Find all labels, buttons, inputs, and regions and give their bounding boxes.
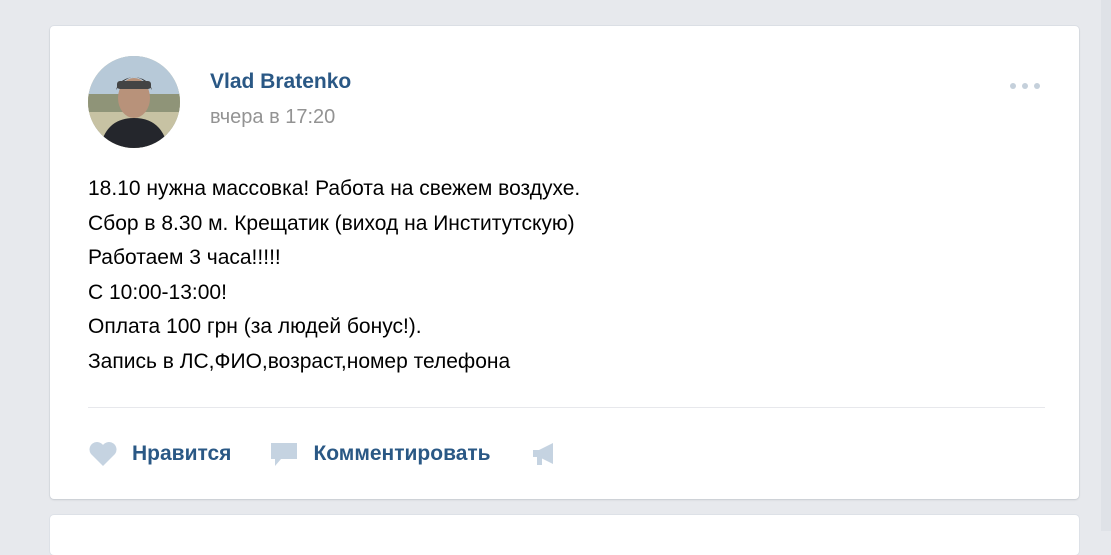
- share-button[interactable]: [529, 440, 573, 468]
- post-text-line: Работаем 3 часа!!!!!: [88, 246, 281, 269]
- comment-button[interactable]: Комментировать: [269, 440, 491, 468]
- post-text-line: Оплата 100 грн (за людей бонус!).: [88, 315, 422, 338]
- post-actions: Нравится Комментировать: [88, 436, 611, 472]
- wall-post: Vlad Bratenko вчера в 17:20 18.10 нужна …: [50, 26, 1079, 499]
- more-dots-icon[interactable]: [1005, 76, 1045, 96]
- next-post: [50, 515, 1079, 555]
- author-name-link[interactable]: Vlad Bratenko: [210, 70, 351, 94]
- more-dot: [1034, 83, 1040, 89]
- post-text-line: Сбор в 8.30 м. Крещатик (виход на Инстит…: [88, 211, 575, 235]
- like-label: Нравится: [132, 442, 232, 465]
- divider: [88, 407, 1045, 408]
- post-text-line: 18.10 нужна массовка! Работа на свежем в…: [88, 177, 581, 200]
- comment-label: Комментировать: [313, 442, 491, 465]
- more-dot: [1010, 83, 1016, 89]
- comment-icon: [269, 440, 299, 468]
- post-text-line: Запись в ЛС,ФИО,возраст,номер телефона: [88, 349, 511, 373]
- more-dot: [1022, 83, 1028, 89]
- post-text-line: С 10:00-13:00!: [88, 280, 227, 304]
- megaphone-icon: [529, 440, 559, 468]
- avatar[interactable]: [88, 56, 180, 148]
- like-button[interactable]: Нравится: [88, 440, 231, 468]
- heart-icon: [88, 440, 118, 468]
- post-text: 18.10 нужна массовка! Работа на свежем в…: [88, 172, 1048, 379]
- post-timestamp[interactable]: вчера в 17:20: [210, 106, 335, 129]
- page-scroll-edge: [1101, 0, 1111, 531]
